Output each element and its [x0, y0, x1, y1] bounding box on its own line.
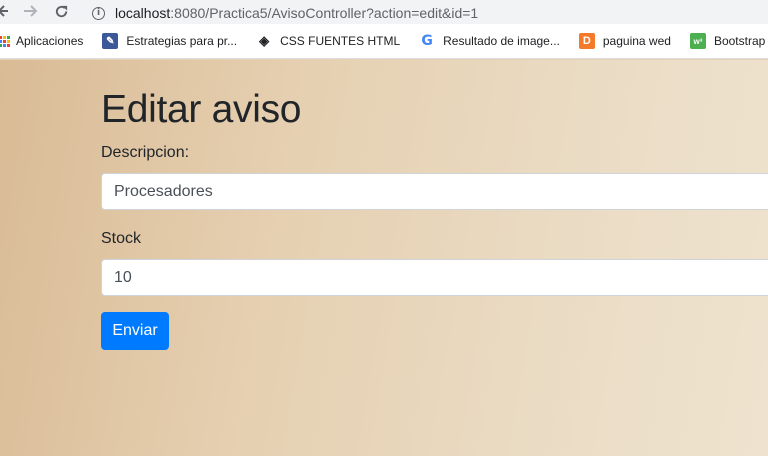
stock-input[interactable]: 10 [101, 259, 768, 296]
browser-toolbar: i localhost:8080/Practica5/AvisoControll… [0, 0, 768, 24]
reload-icon [55, 5, 67, 17]
bookmark-label: paguina wed [602, 34, 671, 48]
apps-icon [0, 35, 10, 47]
bookmark-css-fuentes[interactable]: ◈ CSS FUENTES HTML [256, 33, 400, 49]
enviar-button[interactable]: Enviar [101, 312, 169, 350]
reload-button[interactable] [52, 0, 70, 22]
bookmark-paguina[interactable]: D paguina wed [578, 33, 671, 49]
w3schools-icon: w³ [689, 33, 706, 49]
back-arrow-icon [0, 5, 8, 17]
codepen-icon: ◈ [259, 33, 270, 48]
descripcion-label: Descripcion: [101, 144, 190, 161]
url-host: localhost [115, 5, 171, 21]
d-icon: D [578, 33, 595, 49]
url-path: :8080/Practica5/AvisoController?action=e… [170, 5, 479, 21]
bookmark-bootstrap[interactable]: w³ Bootstrap 4 [689, 33, 768, 49]
bookmark-resultado[interactable]: G Resultado de image... [419, 33, 560, 49]
page-title: Editar aviso [101, 88, 302, 131]
stock-label: Stock [101, 230, 142, 247]
info-icon[interactable]: i [92, 6, 105, 20]
bookmark-label: Estrategias para pr... [126, 34, 238, 48]
page-content: Editar aviso Descripcion: Procesadores S… [0, 60, 768, 456]
bookmark-label: Bootstrap 4 [713, 34, 768, 48]
bookmark-estrategias[interactable]: ✎ Estrategias para pr... [102, 33, 237, 49]
bookmark-label: Aplicaciones [16, 34, 84, 48]
bookmark-label: Resultado de image... [443, 34, 560, 48]
forward-button[interactable] [22, 0, 40, 22]
descripcion-input[interactable]: Procesadores [101, 173, 768, 210]
chart-icon: ✎ [102, 33, 119, 49]
google-icon: G [421, 33, 433, 49]
bookmarks-bar: Aplicaciones ✎ Estrategias para pr... ◈ … [0, 24, 768, 59]
bookmark-apps[interactable]: Aplicaciones [0, 34, 83, 48]
address-bar[interactable]: i localhost:8080/Practica5/AvisoControll… [84, 0, 768, 24]
forward-arrow-icon [24, 5, 38, 17]
back-button[interactable] [0, 0, 10, 22]
url-text: localhost:8080/Practica5/AvisoController… [115, 5, 478, 21]
bookmark-label: CSS FUENTES HTML [280, 34, 401, 48]
